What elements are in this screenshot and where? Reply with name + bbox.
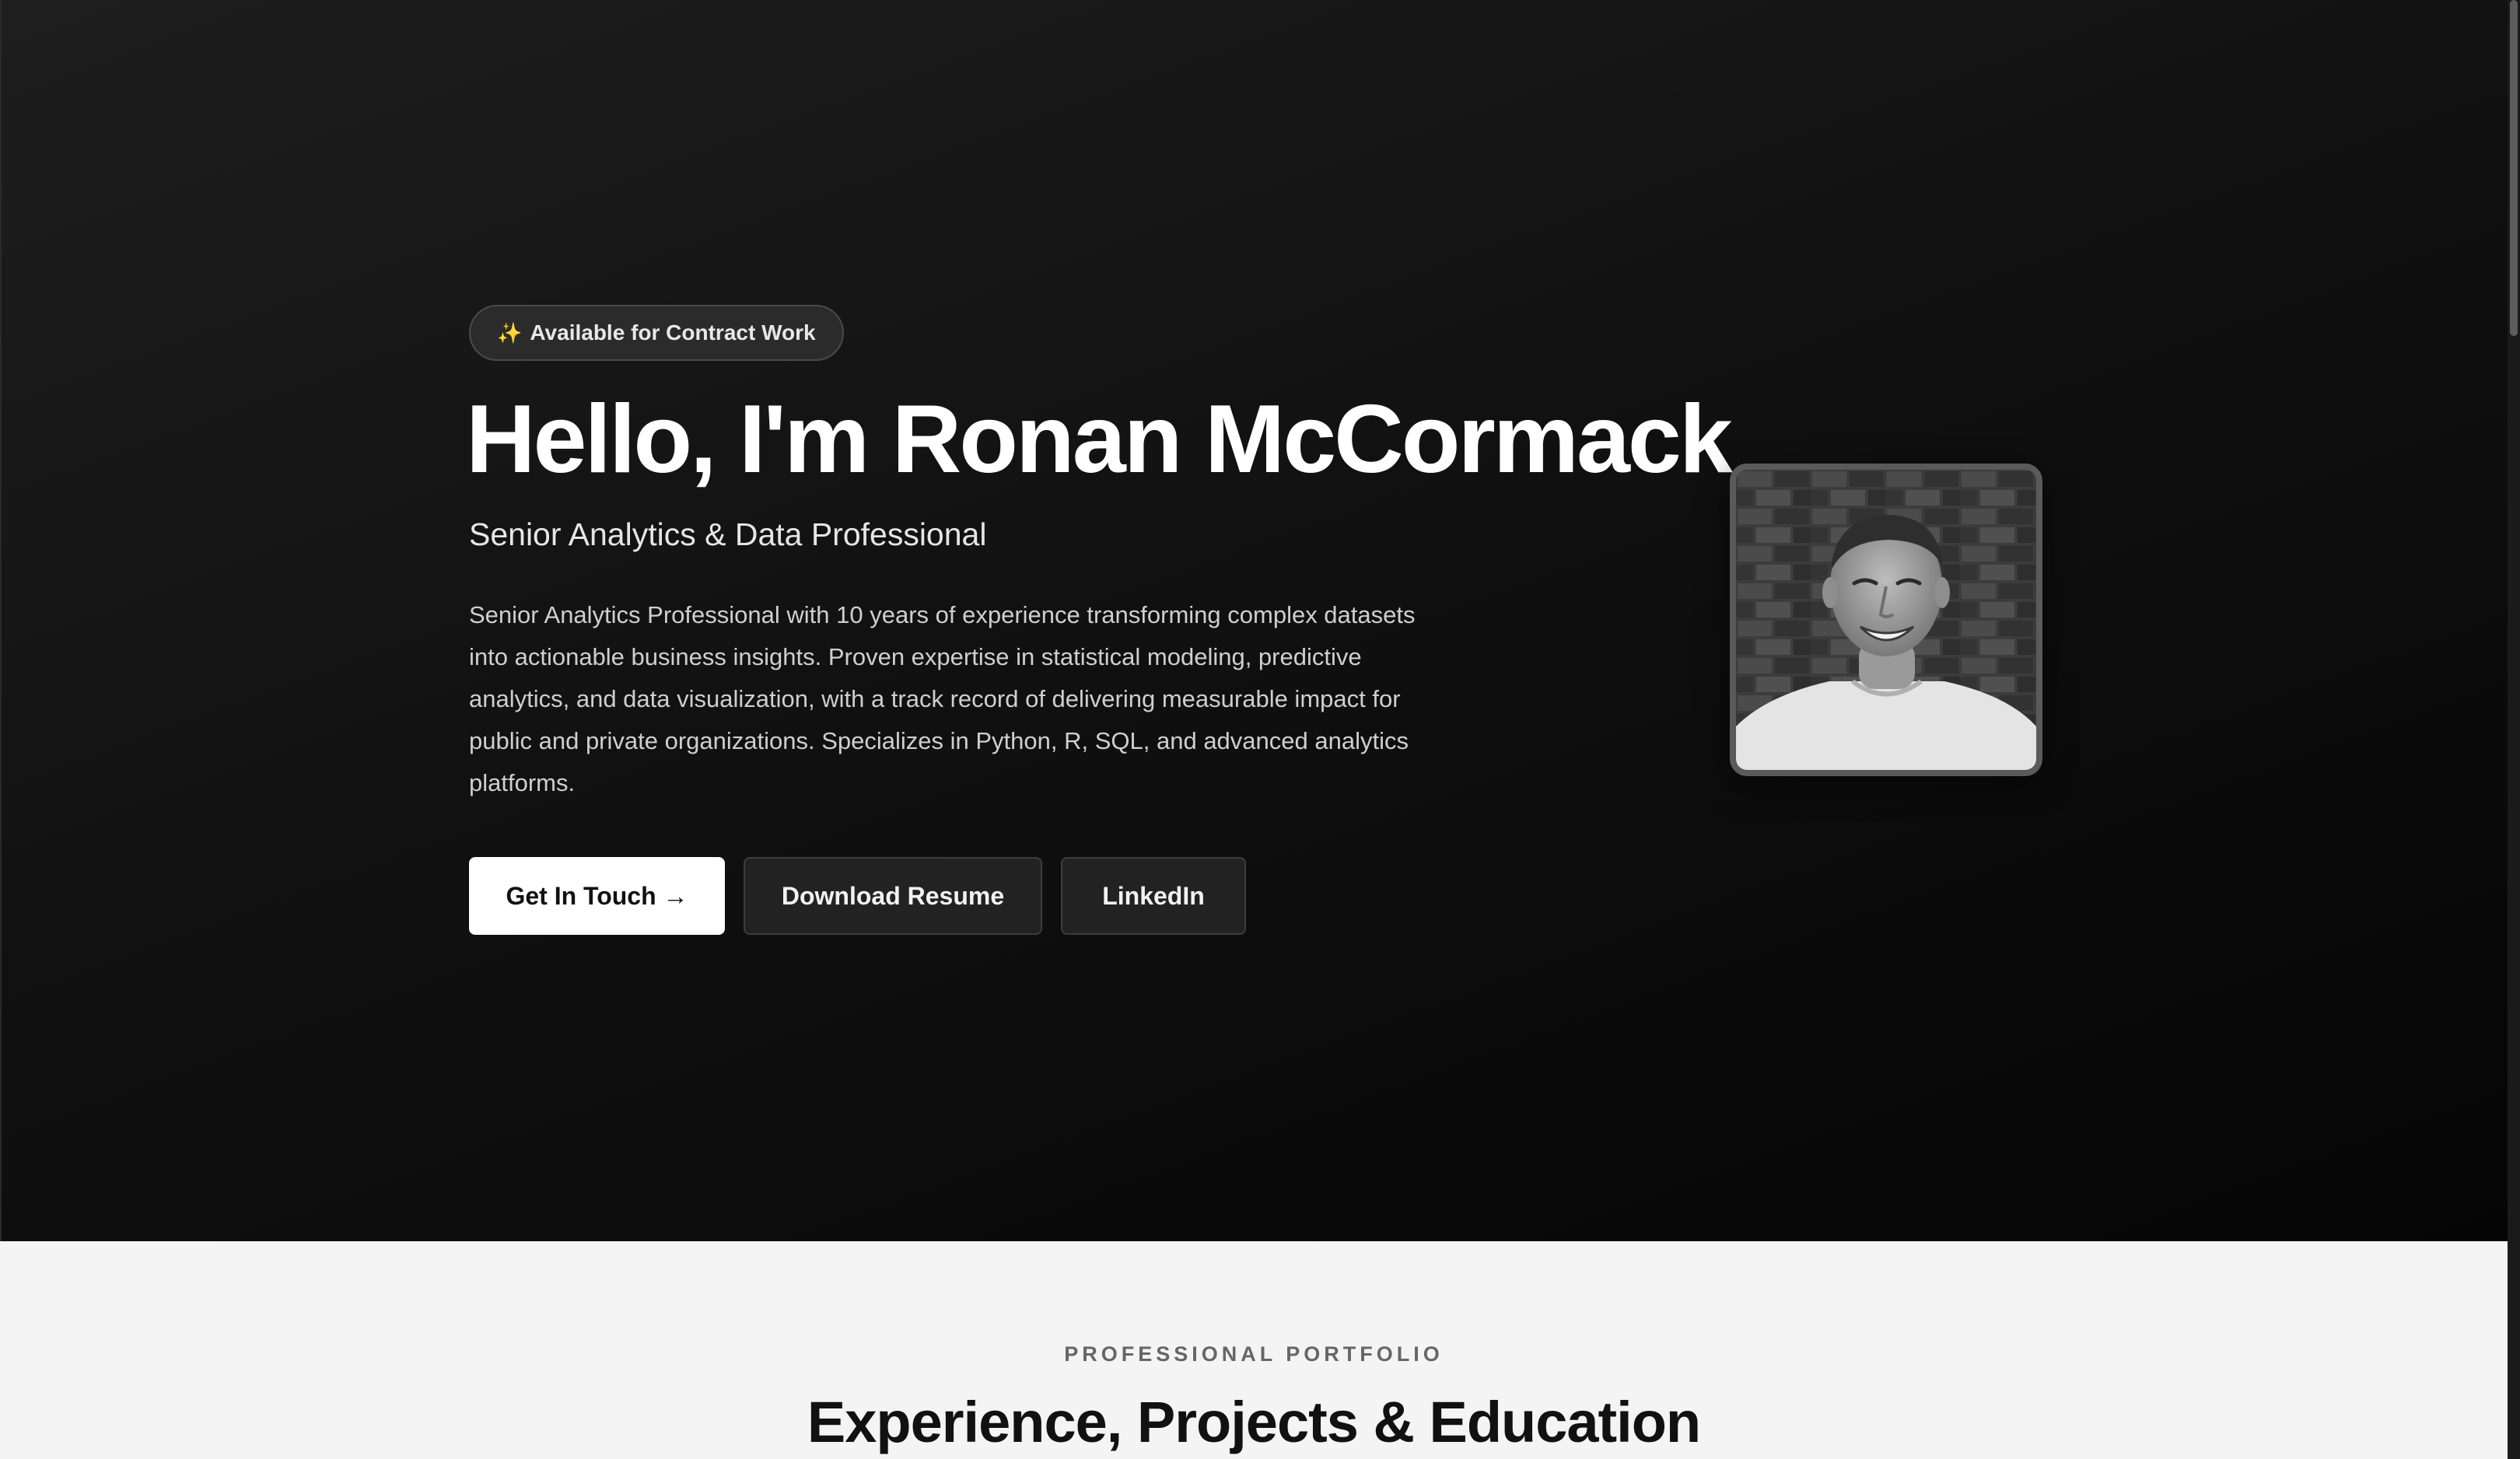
hero-section: ✨ Available for Contract Work Hello, I'm…: [0, 0, 2508, 1241]
cta-button-row: Get In Touch → Download Resume LinkedIn: [469, 857, 1246, 935]
portfolio-title: Experience, Projects & Education: [807, 1390, 1701, 1454]
sparkle-icon: ✨: [497, 320, 523, 345]
hero-description: Senior Analytics Professional with 10 ye…: [469, 601, 1416, 796]
linkedin-button[interactable]: LinkedIn: [1061, 857, 1246, 935]
get-in-touch-button[interactable]: Get In Touch →: [469, 857, 725, 935]
availability-badge: ✨ Available for Contract Work: [469, 305, 844, 361]
portfolio-page: ✨ Available for Contract Work Hello, I'm…: [0, 0, 2520, 1459]
portfolio-section: PROFESSIONAL PORTFOLIO Experience, Proje…: [0, 1241, 2508, 1459]
profile-photo-image: [1736, 470, 2036, 770]
download-resume-button[interactable]: Download Resume: [744, 857, 1042, 935]
profile-photo: [1730, 464, 2042, 776]
hero-title: Hello, I'm Ronan McCormack: [466, 386, 1733, 493]
portfolio-eyebrow: PROFESSIONAL PORTFOLIO: [1064, 1342, 1444, 1366]
availability-badge-label: Available for Contract Work: [530, 320, 816, 345]
hero-subtitle: Senior Analytics & Data Professional: [469, 516, 987, 552]
scrollbar-thumb[interactable]: [2510, 0, 2518, 336]
